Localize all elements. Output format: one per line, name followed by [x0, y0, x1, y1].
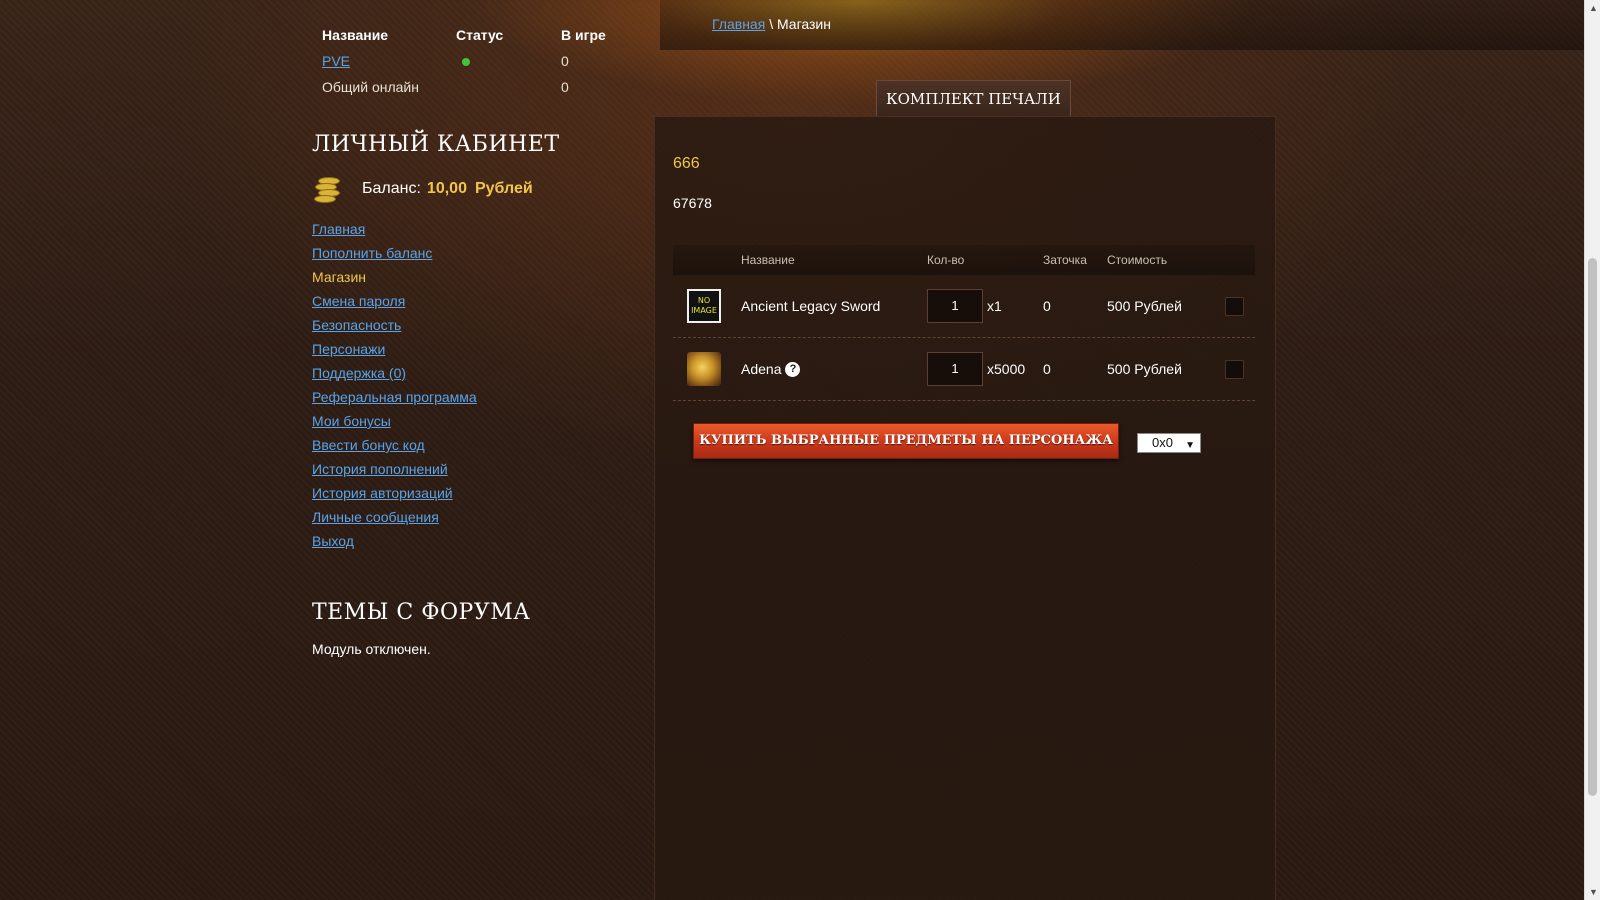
sidebar-item-label[interactable]: Ввести бонус код [312, 437, 425, 453]
online-status-icon [462, 58, 470, 66]
sidebar: ЛИЧНЫЙ КАБИНЕТ Баланс: 10,00 Рублей Глав… [312, 132, 612, 657]
sidebar-menu: Главная Пополнить баланс Магазин Смена п… [312, 219, 612, 555]
shop-items-table: Название Кол-во Заточка Стоимость NO IMA… [673, 245, 1255, 401]
chevron-down-icon: ▼ [1185, 440, 1195, 451]
table-row: NO IMAGE Ancient Legacy Sword 1 x1 0 500… [673, 275, 1255, 338]
table-header: Название Кол-во Заточка Стоимость [673, 245, 1255, 275]
item-name: Adena [741, 361, 782, 377]
server-link-pve[interactable]: PVE [322, 53, 350, 69]
sidebar-item-label[interactable]: Мои бонусы [312, 413, 391, 429]
item-enchant: 0 [1043, 298, 1051, 314]
item-enchant: 0 [1043, 361, 1051, 377]
shop-description: 67678 [673, 195, 712, 211]
buy-selected-button[interactable]: КУПИТЬ ВЫБРАННЫЕ ПРЕДМЕТЫ НА ПЕРСОНАЖА [693, 423, 1119, 459]
item-select-checkbox[interactable] [1225, 359, 1244, 379]
sidebar-item-security[interactable]: Безопасность [312, 315, 612, 339]
adena-icon [687, 352, 721, 386]
sidebar-item-label[interactable]: Пополнить баланс [312, 245, 432, 261]
no-image-icon: NO IMAGE [687, 289, 721, 323]
header-name: Название [322, 27, 389, 43]
item-multiplier: x5000 [987, 361, 1026, 377]
breadcrumb-separator: \ [769, 16, 774, 32]
sidebar-item-home[interactable]: Главная [312, 219, 612, 243]
sidebar-item-auth-history[interactable]: История авторизаций [312, 483, 612, 507]
scroll-up-arrow-icon[interactable]: ▲ [1589, 3, 1598, 13]
item-cost: 500 Рублей [1107, 298, 1182, 314]
breadcrumb-current: Магазин [776, 16, 831, 32]
scroll-down-arrow-icon[interactable]: ▼ [1589, 887, 1598, 897]
table-row: Adena ? 1 x5000 0 500 Рублей [673, 338, 1255, 401]
character-select[interactable]: 0x0 ▼ [1137, 433, 1201, 453]
page-scrollbar[interactable]: ▲ ▼ [1584, 0, 1600, 900]
item-select-checkbox[interactable] [1225, 296, 1244, 316]
sidebar-item-change-password[interactable]: Смена пароля [312, 291, 612, 315]
column-enchant: Заточка [1043, 253, 1087, 267]
shop-panel: 666 67678 Название Кол-во Заточка Стоимо… [654, 116, 1276, 900]
scrollbar-thumb[interactable] [1588, 258, 1597, 796]
sidebar-item-label[interactable]: Реферальная программа [312, 389, 477, 405]
sidebar-item-shop[interactable]: Магазин [312, 267, 612, 291]
cabinet-title: ЛИЧНЫЙ КАБИНЕТ [312, 132, 560, 157]
sidebar-item-label[interactable]: Безопасность [312, 317, 401, 333]
quantity-input[interactable]: 1 [927, 352, 983, 386]
server-status-table: Название Статус В игре PVE 0 Общий онлай… [322, 22, 641, 100]
quantity-input[interactable]: 1 [927, 289, 983, 323]
sidebar-item-label[interactable]: История авторизаций [312, 485, 453, 501]
sidebar-item-support[interactable]: Поддержка (0) [312, 363, 612, 387]
sidebar-item-characters[interactable]: Персонажи [312, 339, 612, 363]
forum-title: ТЕМЫ С ФОРУМА [312, 600, 531, 625]
shop-title: 666 [673, 155, 700, 172]
breadcrumb-home-link[interactable]: Главная [712, 16, 765, 32]
sidebar-item-label: Магазин [312, 269, 367, 285]
sidebar-item-label[interactable]: История пополнений [312, 461, 448, 477]
balance-label: Баланс: [362, 180, 421, 197]
total-online-label: Общий онлайн [322, 79, 419, 95]
sidebar-item-label[interactable]: Выход [312, 533, 354, 549]
sidebar-item-label[interactable]: Личные сообщения [312, 509, 439, 525]
tab-shop-set[interactable]: КОМПЛЕКТ ПЕЧАЛИ [876, 80, 1071, 116]
item-name: Ancient Legacy Sword [741, 298, 881, 314]
server-table-header: Название Статус В игре [322, 22, 641, 48]
coins-icon [312, 175, 344, 203]
server-row: PVE 0 [322, 48, 641, 74]
balance-currency: Рублей [474, 180, 533, 197]
item-cost: 500 Рублей [1107, 361, 1182, 377]
sidebar-item-label[interactable]: Персонажи [312, 341, 385, 357]
header-status: Статус [456, 27, 504, 43]
sidebar-item-logout[interactable]: Выход [312, 531, 612, 555]
sidebar-item-label[interactable]: Поддержка (0) [312, 365, 406, 381]
header-players: В игре [561, 27, 606, 43]
sidebar-item-label[interactable]: Смена пароля [312, 293, 405, 309]
balance: Баланс: 10,00 Рублей [312, 175, 612, 203]
sidebar-item-topup-history[interactable]: История пополнений [312, 459, 612, 483]
forum-note: Модуль отключен. [312, 641, 431, 657]
help-icon[interactable]: ? [785, 361, 801, 377]
sidebar-item-referral[interactable]: Реферальная программа [312, 387, 612, 411]
sidebar-item-bonuses[interactable]: Мои бонусы [312, 411, 612, 435]
server-players: 0 [561, 53, 569, 69]
column-cost: Стоимость [1107, 253, 1168, 267]
sidebar-item-topup[interactable]: Пополнить баланс [312, 243, 612, 267]
total-online-value: 0 [561, 79, 569, 95]
balance-amount: 10,00 [426, 180, 467, 197]
column-qty: Кол-во [927, 253, 965, 267]
column-name: Название [741, 253, 795, 267]
breadcrumb: Главная \ Магазин [712, 16, 831, 32]
item-multiplier: x1 [987, 298, 1002, 314]
character-select-value: 0x0 [1152, 435, 1173, 450]
server-row-total: Общий онлайн 0 [322, 74, 641, 100]
sidebar-item-messages[interactable]: Личные сообщения [312, 507, 612, 531]
sidebar-item-label[interactable]: Главная [312, 221, 365, 237]
sidebar-item-bonus-code[interactable]: Ввести бонус код [312, 435, 612, 459]
